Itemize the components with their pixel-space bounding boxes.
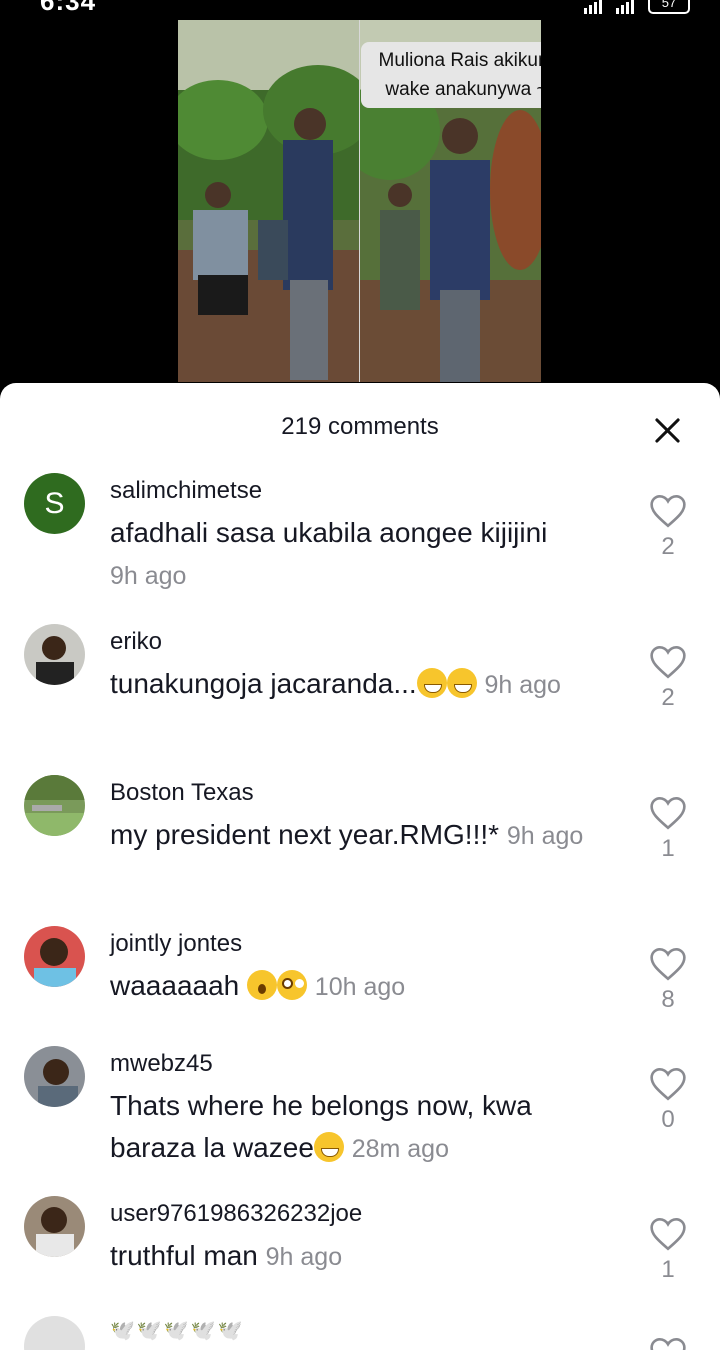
comment-username[interactable]: Boston Texas xyxy=(110,779,254,807)
comment-username[interactable]: 🕊️🕊️🕊️🕊️🕊️ xyxy=(110,1318,245,1343)
comments-header: 219 comments xyxy=(0,383,720,473)
video-caption-line1: Muliona Rais akikunywa maji, naibu xyxy=(378,50,542,71)
signal-icon xyxy=(584,0,602,14)
comment-time: 28m ago xyxy=(351,1135,449,1163)
comment-username[interactable]: eriko xyxy=(110,628,162,656)
heart-icon xyxy=(650,1217,686,1251)
close-icon[interactable] xyxy=(648,411,688,451)
comment-username[interactable]: jointly jontes xyxy=(110,930,242,958)
like-count: 2 xyxy=(661,533,675,560)
avatar[interactable] xyxy=(24,775,85,836)
like-count: 1 xyxy=(661,835,675,862)
heart-icon xyxy=(650,947,686,981)
joy-emoji-icon xyxy=(313,1132,344,1162)
heart-icon xyxy=(650,494,686,528)
like-count: 2 xyxy=(661,684,675,711)
comment-username[interactable]: salimchimetse xyxy=(110,477,262,505)
comment-text: tunakungoja jacaranda... 9h ago xyxy=(110,663,600,706)
grin-emoji-icon xyxy=(416,668,447,698)
video-player[interactable]: Muliona Rais akikunywa maji, naibu wake … xyxy=(178,20,541,382)
video-caption: Muliona Rais akikunywa maji, naibu wake … xyxy=(361,42,541,108)
heart-icon xyxy=(650,1337,686,1350)
comment-body: waaaaaah xyxy=(110,970,240,1001)
status-time: 6:34 xyxy=(40,0,96,14)
comment-username[interactable]: user9761986326232joe xyxy=(110,1200,362,1228)
like-button[interactable]: 2 xyxy=(648,493,688,561)
comment-count: 219 comments xyxy=(281,413,439,440)
comment-time: 9h ago xyxy=(506,822,584,850)
comment-text: truthful man 9h ago xyxy=(110,1235,620,1278)
signal-icon-2 xyxy=(616,0,634,14)
comment-body: truthful man xyxy=(110,1240,258,1271)
avatar[interactable] xyxy=(24,624,85,685)
video-caption-line2: wake anakunywa ~ Riggy G 😂🤣 xyxy=(385,79,541,100)
comment-username[interactable]: mwebz45 xyxy=(110,1050,213,1078)
astonished-emoji-icon xyxy=(247,970,278,1000)
battery-icon: 57 xyxy=(648,0,690,14)
like-button[interactable]: 8 xyxy=(648,946,688,1014)
comment-time: 9h ago xyxy=(265,1243,343,1271)
comment-body: tunakungoja jacaranda... xyxy=(110,668,417,699)
avatar[interactable] xyxy=(24,1046,85,1107)
status-bar: 6:34 57 xyxy=(0,0,720,14)
status-icons: 57 xyxy=(584,0,690,14)
avatar[interactable] xyxy=(24,1316,85,1350)
comment-time: 10h ago xyxy=(314,973,406,1001)
avatar[interactable]: S xyxy=(24,473,85,534)
like-button[interactable]: 1 xyxy=(648,1216,688,1284)
like-button[interactable]: 2 xyxy=(648,644,688,712)
video-frame-left xyxy=(178,20,359,382)
like-count: 1 xyxy=(661,1256,675,1283)
avatar[interactable] xyxy=(24,926,85,987)
comment-text: Thats where he belongs now, kwa baraza l… xyxy=(110,1085,620,1170)
comment-text: waaaaaah 10h ago xyxy=(110,965,620,1008)
grin-emoji-icon xyxy=(446,668,477,698)
comment-text: afadhali sasa ukabila aongee kijijini 9h… xyxy=(110,512,620,597)
like-button[interactable]: 0 xyxy=(648,1066,688,1134)
flushed-emoji-icon xyxy=(277,970,308,1000)
like-count: 8 xyxy=(661,986,675,1013)
avatar[interactable] xyxy=(24,1196,85,1257)
like-button[interactable]: 1 xyxy=(648,795,688,863)
like-count: 0 xyxy=(661,1106,675,1133)
like-button[interactable] xyxy=(648,1336,688,1350)
heart-icon xyxy=(650,796,686,830)
comment-body: my president next year.RMG!!!* xyxy=(110,819,500,850)
comment-time: 9h ago xyxy=(110,562,187,590)
heart-icon xyxy=(650,645,686,679)
comment-text: my president next year.RMG!!!* 9h ago xyxy=(110,814,610,857)
comments-sheet: 219 comments S salimchimetse afadhali sa… xyxy=(0,383,720,1350)
comment-time: 9h ago xyxy=(484,671,561,699)
heart-icon xyxy=(650,1067,686,1101)
comment-body: afadhali sasa ukabila aongee kijijini xyxy=(110,517,548,548)
